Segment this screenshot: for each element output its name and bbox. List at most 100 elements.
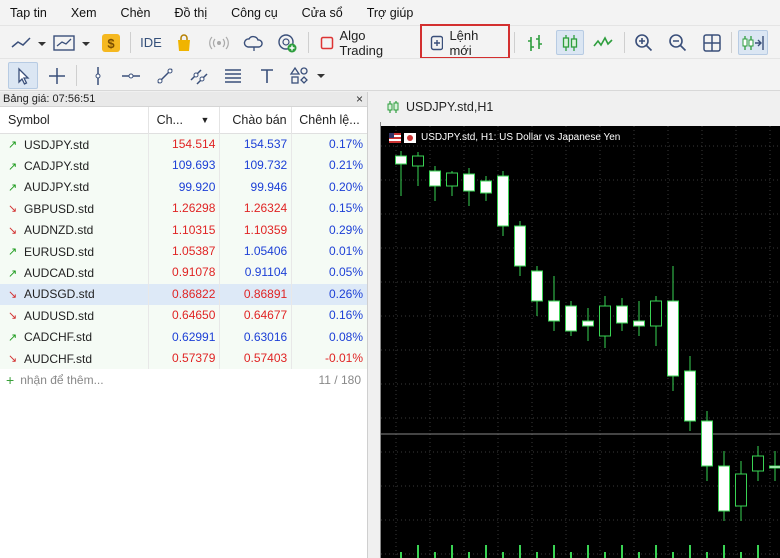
zoom-in-button[interactable] bbox=[632, 30, 656, 55]
symbol-cell: ↗ CADJPY.std bbox=[0, 155, 148, 176]
add-symbol-row[interactable]: + nhận để thêm... 11 / 180 bbox=[0, 369, 367, 391]
table-row[interactable]: ↘ GBPUSD.std 1.26298 1.26324 0.15% bbox=[0, 198, 367, 220]
ask-cell: 0.57403 bbox=[219, 347, 291, 370]
bid-cell: 99.920 bbox=[147, 176, 220, 199]
arrow-down-right-icon: ↘ bbox=[8, 288, 18, 301]
table-row[interactable]: ↘ AUDUSD.std 0.64650 0.64677 0.16% bbox=[0, 305, 367, 327]
symbol-cell: ↗ CADCHF.std bbox=[0, 327, 148, 348]
table-row[interactable]: ↗ CADJPY.std 109.693 109.732 0.21% bbox=[0, 155, 367, 177]
column-header-symbol[interactable]: Symbol bbox=[0, 107, 148, 134]
candlestick-chart-button[interactable] bbox=[556, 30, 584, 55]
menu-item[interactable]: Xem bbox=[61, 6, 105, 20]
signals-button[interactable] bbox=[207, 30, 231, 55]
symbol-name: AUDUSD.std bbox=[24, 308, 95, 323]
ide-button[interactable]: IDE bbox=[136, 30, 166, 55]
bid-cell: 0.64650 bbox=[147, 305, 220, 327]
community-button[interactable] bbox=[275, 30, 299, 55]
spread-cell: -0.01% bbox=[291, 347, 367, 370]
symbol-cell: ↘ AUDNZD.std bbox=[0, 220, 148, 241]
spread-cell: 0.20% bbox=[291, 176, 367, 199]
spread-cell: 0.26% bbox=[291, 283, 367, 306]
auto-scroll-button[interactable] bbox=[738, 30, 768, 55]
globe-add-icon bbox=[278, 33, 297, 52]
cursor-tool-button[interactable] bbox=[8, 62, 38, 89]
algo-trading-label: Algo Trading bbox=[339, 27, 384, 58]
menu-item[interactable]: Đồ thị bbox=[164, 6, 215, 20]
table-row[interactable]: ↘ AUDCHF.std 0.57379 0.57403 -0.01% bbox=[0, 347, 367, 370]
candle-body bbox=[497, 175, 509, 227]
table-row[interactable]: ↗ USDJPY.std 154.514 154.537 0.17% bbox=[0, 134, 367, 156]
algo-trading-button[interactable]: Algo Trading bbox=[314, 27, 416, 58]
grid-icon bbox=[703, 33, 721, 52]
ask-cell: 0.86891 bbox=[219, 283, 291, 306]
bid-cell: 0.62991 bbox=[147, 326, 220, 348]
table-row[interactable]: ↘ AUDSGD.std 0.86822 0.86891 0.26% bbox=[0, 283, 367, 306]
bar-chart-button[interactable] bbox=[523, 30, 547, 55]
column-header-bid[interactable]: Ch... ▼ bbox=[147, 106, 220, 134]
spread-cell: 0.16% bbox=[291, 305, 367, 327]
bid-cell: 0.86822 bbox=[147, 283, 220, 306]
trendline-icon bbox=[157, 67, 173, 84]
zoom-in-icon bbox=[635, 33, 653, 51]
chart-tab[interactable]: USDJPY.std,H1 bbox=[372, 92, 780, 122]
crosshair-tool-button[interactable] bbox=[44, 63, 70, 88]
chart-window-dropdown-button[interactable] bbox=[51, 30, 93, 55]
line-chart-button[interactable] bbox=[590, 30, 616, 55]
fibonacci-tool-button[interactable] bbox=[221, 63, 245, 88]
menu-item[interactable]: Trợ giúp bbox=[357, 6, 422, 20]
table-row[interactable]: ↗ AUDJPY.std 99.920 99.946 0.20% bbox=[0, 176, 367, 199]
symbol-count: 11 / 180 bbox=[318, 373, 361, 388]
add-symbol-label: nhận để thêm... bbox=[20, 373, 104, 388]
table-row[interactable]: ↗ AUDCAD.std 0.91078 0.91104 0.05% bbox=[0, 262, 367, 284]
horizontal-line-icon bbox=[122, 73, 140, 78]
symbol-name: AUDSGD.std bbox=[24, 287, 95, 302]
candle-body bbox=[480, 180, 492, 194]
table-row[interactable]: ↗ EURUSD.std 1.05387 1.05406 0.01% bbox=[0, 240, 367, 263]
ask-cell: 1.26324 bbox=[219, 198, 291, 220]
candle-body bbox=[514, 225, 526, 267]
arrow-up-right-icon: ↗ bbox=[8, 181, 18, 194]
menu-bar: Tap tin Xem Chèn Đồ thị Công cụ Cửa sổ Trợ giú… bbox=[0, 0, 780, 25]
candle-body bbox=[429, 170, 441, 187]
line-chart-dropdown-button[interactable] bbox=[8, 30, 48, 55]
symbol-cell: ↘ AUDSGD.std bbox=[0, 284, 148, 305]
price-chart[interactable]: USDJPY.std, H1: US Dollar vs Japanese Ye… bbox=[381, 126, 780, 558]
spread-cell: 0.08% bbox=[291, 326, 367, 348]
symbol-name: AUDCAD.std bbox=[24, 266, 95, 281]
symbol-name: CADJPY.std bbox=[24, 159, 90, 174]
menu-item[interactable]: Chèn bbox=[111, 6, 159, 20]
auto-scroll-icon bbox=[742, 35, 764, 50]
text-tool-button[interactable] bbox=[255, 63, 279, 88]
ask-cell: 0.64677 bbox=[219, 305, 291, 327]
flag-icons bbox=[389, 132, 416, 143]
table-row[interactable]: ↘ AUDNZD.std 1.10315 1.10359 0.29% bbox=[0, 219, 367, 241]
candle-body bbox=[463, 173, 475, 192]
fibonacci-lines-icon bbox=[225, 68, 241, 83]
menu-item[interactable]: Cửa sổ bbox=[292, 6, 351, 20]
trendline-tool-button[interactable] bbox=[153, 63, 177, 88]
table-row[interactable]: ↗ CADCHF.std 0.62991 0.63016 0.08% bbox=[0, 326, 367, 348]
deposit-button[interactable]: $ bbox=[99, 30, 123, 55]
drawing-toolbar bbox=[0, 58, 780, 91]
column-header-spread[interactable]: Chênh lệ... bbox=[291, 106, 367, 134]
column-header-ask[interactable]: Chào bán bbox=[219, 106, 291, 134]
zoom-out-button[interactable] bbox=[666, 30, 690, 55]
bid-cell: 1.26298 bbox=[147, 198, 220, 220]
shapes-icon bbox=[289, 66, 325, 84]
ask-cell: 109.732 bbox=[219, 155, 291, 177]
close-icon[interactable]: × bbox=[356, 92, 363, 107]
chart-symbol-caption: USDJPY.std, H1: US Dollar vs Japanese Ye… bbox=[421, 132, 621, 143]
menu-item[interactable]: Tap tin bbox=[0, 6, 55, 20]
market-button[interactable] bbox=[172, 30, 196, 55]
symbol-cell: ↘ AUDCHF.std bbox=[0, 348, 148, 369]
channel-tool-button[interactable] bbox=[187, 63, 211, 88]
tile-windows-button[interactable] bbox=[700, 30, 724, 55]
horizontal-line-tool-button[interactable] bbox=[119, 63, 143, 88]
shopping-bag-icon bbox=[178, 33, 190, 51]
line-chart-icon bbox=[11, 36, 46, 48]
menu-item[interactable]: Công cụ bbox=[221, 6, 286, 20]
app-window: { "menu": ["Tap tin", "Xem", "Chèn", "Đồ… bbox=[0, 0, 780, 558]
vertical-line-tool-button[interactable] bbox=[86, 63, 110, 88]
shapes-dropdown-button[interactable] bbox=[288, 63, 328, 88]
vps-button[interactable] bbox=[242, 30, 266, 55]
